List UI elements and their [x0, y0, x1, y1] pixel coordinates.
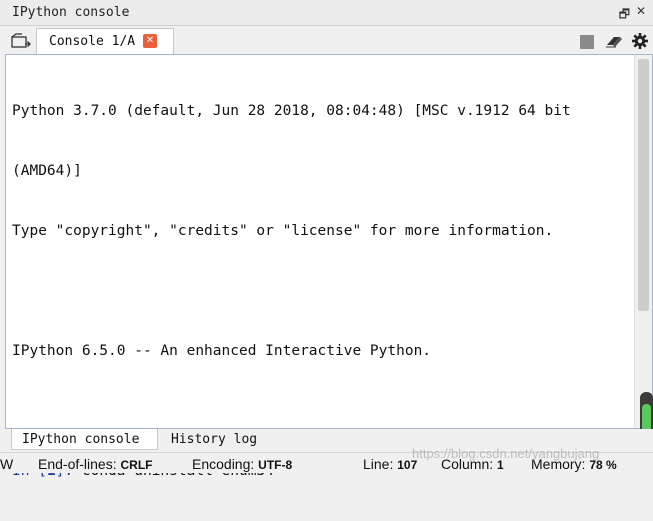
vertical-scrollbar[interactable] [634, 55, 652, 428]
memory-gauge-icon [640, 392, 653, 434]
undock-icon[interactable]: 🗗 [619, 5, 630, 26]
pane-title-bar: IPython console 🗗 ✕ [0, 0, 653, 26]
tab-label: Console 1/A [49, 34, 136, 49]
console-line: (AMD64)] [12, 163, 82, 179]
scrollbar-thumb[interactable] [638, 59, 649, 311]
eol-value: CRLF [120, 458, 153, 472]
tab-console-1a[interactable]: Console 1/A ✕ [36, 28, 174, 55]
console-tab-bar: Console 1/A ✕ [0, 26, 653, 55]
encoding-label: Encoding: [192, 456, 255, 472]
console-output[interactable]: Python 3.7.0 (default, Jun 28 2018, 08:0… [5, 54, 653, 479]
gear-icon[interactable] [631, 32, 649, 50]
watermark: https://blog.csdn.net/yangbujang [412, 446, 600, 461]
status-fragment: W [0, 456, 14, 472]
tab-history-log[interactable]: History log [161, 429, 271, 450]
stop-icon[interactable] [580, 35, 594, 49]
status-encoding: Encoding: UTF-8 [192, 456, 292, 472]
browse-tabs-icon[interactable] [11, 33, 31, 49]
status-eol: End-of-lines: CRLF [38, 456, 152, 472]
pane-title: IPython console [12, 5, 130, 20]
status-line: Line: 107 [363, 456, 417, 472]
encoding-value: UTF-8 [258, 458, 293, 472]
line-label: Line: [363, 456, 394, 472]
tab-close-icon[interactable]: ✕ [143, 34, 157, 48]
console-line: Python 3.7.0 (default, Jun 28 2018, 08:0… [12, 103, 571, 119]
close-icon[interactable]: ✕ [636, 4, 646, 18]
eraser-icon[interactable] [604, 33, 624, 49]
eol-label: End-of-lines: [38, 456, 117, 472]
console-line: Type "copyright", "credits" or "license"… [12, 223, 554, 239]
console-line: IPython 6.5.0 -- An enhanced Interactive… [12, 343, 432, 359]
tab-ipython-console[interactable]: IPython console [11, 429, 158, 450]
